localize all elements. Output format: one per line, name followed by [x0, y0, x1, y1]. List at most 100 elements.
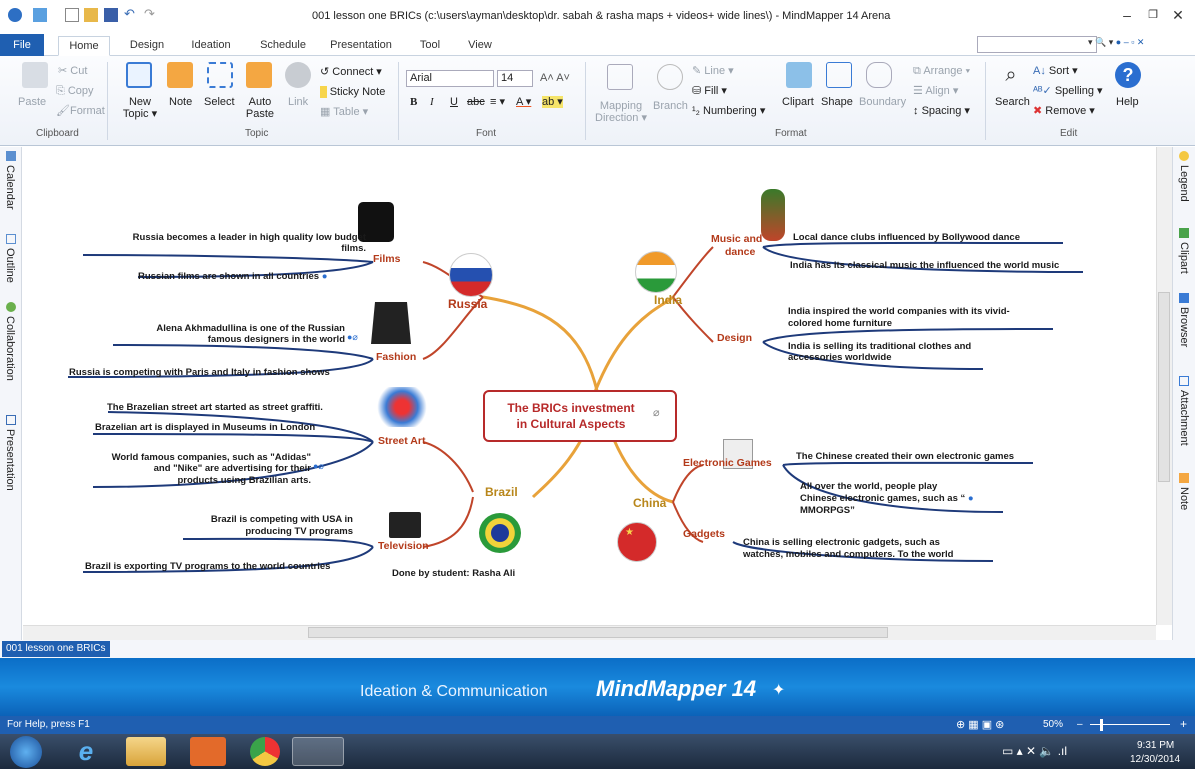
copy-button[interactable]: ⎘ Copy — [56, 85, 94, 97]
attachment-clip-icon[interactable]: ⌀ — [653, 406, 660, 419]
auto-paste-button[interactable]: Auto Paste — [245, 96, 275, 120]
street-art-item-3c[interactable]: products using Brazilian arts. — [83, 475, 311, 486]
format-painter-button[interactable]: 🖌Format — [56, 105, 105, 117]
tab-design[interactable]: Design — [122, 36, 172, 56]
link-button[interactable]: Link — [288, 96, 308, 108]
clock-date[interactable]: 12/30/2014 — [1130, 754, 1180, 765]
font-color-button[interactable]: A ▾ — [516, 96, 531, 108]
branch-button[interactable]: Branch — [653, 100, 688, 112]
tab-presentation[interactable]: Presentation — [322, 36, 400, 56]
zoom-slider-thumb[interactable] — [1100, 719, 1103, 731]
gadgets-item-1a[interactable]: China is selling electronic gadgets, suc… — [743, 537, 940, 548]
subtopic-electronic-games[interactable]: Electronic Games — [683, 457, 772, 469]
connect-button[interactable]: ↺ Connect ▾ — [320, 66, 382, 78]
topic-russia[interactable]: Russia — [448, 297, 487, 311]
subtopic-films[interactable]: Films — [373, 253, 400, 265]
chrome-icon[interactable] — [250, 737, 280, 766]
subtopic-design[interactable]: Design — [717, 332, 752, 344]
remove-button[interactable]: ✖ Remove ▾ — [1033, 105, 1095, 117]
highlight-button[interactable]: ab ▾ — [542, 96, 563, 108]
sidebar-tab-calendar[interactable]: Calendar — [4, 165, 16, 210]
restore-button[interactable]: ❐ — [1143, 6, 1163, 24]
tv-item-2[interactable]: Brazil is exporting TV programs to the w… — [85, 561, 330, 572]
topic-brazil[interactable]: Brazil — [485, 485, 518, 499]
new-file-icon[interactable] — [65, 8, 79, 22]
tab-view[interactable]: View — [460, 36, 500, 56]
design-item-2a[interactable]: India is selling its traditional clothes… — [788, 341, 971, 352]
underline-button[interactable]: U — [450, 96, 458, 108]
games-item-2c[interactable]: MMORPGS” — [800, 505, 855, 516]
author-label[interactable]: Done by student: Rasha Ali — [392, 568, 515, 579]
games-item-2b[interactable]: Chinese electronic games, such as “ ● — [800, 493, 974, 504]
app-icon[interactable] — [8, 8, 22, 22]
sheet-tab[interactable]: 001 lesson one BRICs — [2, 641, 110, 657]
save-icon[interactable] — [104, 8, 118, 22]
central-topic[interactable]: The BRICs investment in Cultural Aspects… — [483, 390, 677, 442]
sidebar-tab-attachment[interactable]: Attachment — [1178, 390, 1190, 446]
subtopic-street-art[interactable]: Street Art — [378, 435, 425, 447]
sidebar-tab-browser[interactable]: Browser — [1178, 307, 1190, 347]
shape-button[interactable]: Shape — [821, 96, 853, 108]
games-item-2a[interactable]: All over the world, people play — [800, 481, 937, 492]
ribbon-search-controls[interactable]: ▾ 🔍 ▾ ● – ▫ ✕ — [1088, 37, 1144, 48]
spacing-button[interactable]: ↕ Spacing ▾ — [913, 105, 970, 117]
cut-button[interactable]: ✂ Cut — [58, 65, 87, 77]
font-grow-shrink[interactable]: A˄ A˅ — [540, 72, 570, 84]
zoom-view-icons[interactable]: ⊕ ▦ ▣ ⊛ — [956, 718, 1004, 731]
subtopic-television[interactable]: Television — [378, 540, 429, 552]
street-art-item-3b[interactable]: and "Nike" are advertising for their — [83, 463, 311, 474]
street-art-item-1[interactable]: The Brazelian street art started as stre… — [107, 402, 323, 413]
tab-schedule[interactable]: Schedule — [252, 36, 314, 56]
mindmapper-taskbar-button[interactable] — [292, 737, 344, 766]
street-art-item-2[interactable]: Brazelian art is displayed in Museums in… — [95, 422, 315, 433]
design-item-2b[interactable]: accessories worldwide — [788, 352, 892, 363]
tab-tool[interactable]: Tool — [410, 36, 450, 56]
file-explorer-icon[interactable] — [126, 737, 166, 766]
vertical-scroll-thumb[interactable] — [1158, 292, 1170, 482]
spelling-button[interactable]: ᴬᴮ✓ Spelling ▾ — [1033, 85, 1103, 97]
italic-button[interactable]: I — [430, 96, 434, 108]
home-icon[interactable] — [33, 8, 47, 22]
clipart-button[interactable]: Clipart — [782, 96, 814, 108]
subtopic-music-dance[interactable]: Music and — [711, 233, 762, 245]
sidebar-tab-clipart[interactable]: Clipart — [1178, 242, 1190, 274]
sticky-note-button[interactable]: ■ Sticky Note — [320, 86, 385, 98]
open-folder-icon[interactable] — [84, 8, 98, 22]
sidebar-tab-collaboration[interactable]: Collaboration — [4, 316, 16, 381]
gadgets-item-1b[interactable]: watches, mobiles and computers. To the w… — [743, 549, 953, 560]
close-button[interactable]: ✕ — [1168, 6, 1188, 24]
sidebar-tab-legend[interactable]: Legend — [1178, 165, 1190, 202]
undo-icon[interactable]: ↶ — [124, 7, 138, 22]
subtopic-music-dance-line-2[interactable]: dance — [725, 246, 755, 258]
media-player-icon[interactable] — [190, 737, 226, 766]
minimize-button[interactable]: – — [1117, 6, 1137, 24]
help-button[interactable]: Help — [1116, 96, 1139, 108]
zoom-out-button[interactable]: – — [1077, 719, 1083, 730]
tab-home[interactable]: Home — [58, 36, 110, 56]
sidebar-tab-presentation[interactable]: Presentation — [4, 429, 16, 491]
boundary-button[interactable]: Boundary — [859, 96, 906, 108]
sidebar-tab-outline[interactable]: Outline — [4, 248, 16, 283]
subtopic-gadgets[interactable]: Gadgets — [683, 528, 725, 540]
mapping-direction-button[interactable]: Mapping Direction ▾ — [594, 100, 648, 124]
horizontal-scroll-thumb[interactable] — [308, 627, 888, 638]
font-family-select[interactable]: Arial — [406, 70, 494, 87]
system-tray-icons[interactable]: ▭ ▴ ✕ 🔈 .ıl — [1002, 744, 1067, 758]
films-item-1b[interactable]: films. — [91, 243, 366, 254]
table-button[interactable]: ▦ Table ▾ — [320, 106, 368, 118]
topic-china[interactable]: China — [633, 496, 666, 510]
fashion-item-1a[interactable]: Alena Akhmadullina is one of the Russian — [83, 323, 345, 334]
numbering-button[interactable]: ¹₂ Numbering ▾ — [692, 105, 765, 117]
link-icon[interactable]: ●⌀ — [313, 461, 324, 472]
strikethrough-button[interactable]: abc — [467, 96, 485, 108]
design-item-1b[interactable]: colored home furniture — [788, 318, 892, 329]
new-topic-button[interactable]: New Topic ▾ — [120, 96, 160, 120]
select-button[interactable]: Select — [204, 96, 235, 108]
arrange-button[interactable]: ⧉ Arrange ▾ — [913, 65, 970, 77]
subtopic-fashion[interactable]: Fashion — [376, 351, 416, 363]
topic-india[interactable]: India — [654, 293, 682, 307]
align-button[interactable]: ☰ Align ▾ — [913, 85, 958, 97]
mindmap-canvas[interactable]: The BRICs investment in Cultural Aspects… — [23, 147, 1156, 625]
search-button[interactable]: Search — [995, 96, 1030, 108]
bold-button[interactable]: B — [410, 96, 417, 108]
